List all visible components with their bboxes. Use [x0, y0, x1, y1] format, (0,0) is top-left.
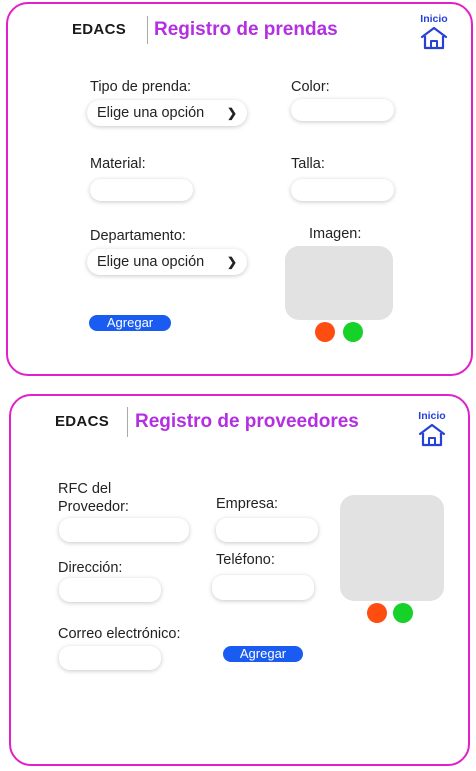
correo-field[interactable] [59, 646, 161, 670]
direccion-label: Dirección: [58, 560, 123, 576]
confirm-image-button[interactable] [343, 322, 363, 342]
telefono-label: Teléfono: [216, 552, 275, 568]
departamento-select[interactable]: Elige una opción ❯ [87, 249, 247, 275]
header-divider [147, 16, 148, 44]
tipo-prenda-selected: Elige una opción [97, 105, 205, 121]
add-garment-button[interactable]: Agregar [89, 315, 171, 331]
home-link[interactable]: Inicio [412, 410, 452, 447]
color-field[interactable] [291, 99, 394, 121]
departamento-label: Departamento: [90, 228, 186, 244]
direccion-field[interactable] [59, 578, 161, 602]
material-label: Material: [90, 156, 146, 172]
talla-label: Talla: [291, 156, 325, 172]
talla-field[interactable] [291, 179, 394, 201]
telefono-field[interactable] [212, 575, 314, 600]
brand-logo: EDACS [72, 21, 127, 38]
empresa-field[interactable] [216, 518, 318, 542]
empresa-label: Empresa: [216, 496, 279, 512]
supplier-registration-panel: EDACS Registro de proveedores Inicio RFC… [9, 394, 470, 766]
page-title: Registro de prendas [154, 19, 338, 40]
rfc-label-line1: RFC del [58, 481, 112, 497]
color-label: Color: [291, 79, 330, 95]
rfc-label-line2: Proveedor: [58, 499, 129, 515]
chevron-down-icon: ❯ [226, 255, 237, 269]
material-field[interactable] [90, 179, 193, 201]
confirm-image-button[interactable] [393, 603, 413, 623]
remove-image-button[interactable] [315, 322, 335, 342]
home-label: Inicio [420, 13, 448, 25]
remove-image-button[interactable] [367, 603, 387, 623]
image-upload-area[interactable] [285, 246, 393, 320]
home-link[interactable]: Inicio [414, 13, 454, 50]
page-title: Registro de proveedores [135, 411, 359, 432]
add-supplier-button[interactable]: Agregar [223, 646, 303, 662]
header-divider [127, 407, 128, 437]
home-icon [420, 26, 448, 50]
imagen-label: Imagen: [309, 226, 362, 242]
rfc-field[interactable] [59, 518, 189, 542]
garment-registration-panel: EDACS Registro de prendas Inicio Tipo de… [6, 2, 473, 376]
brand-logo: EDACS [55, 413, 110, 430]
chevron-down-icon: ❯ [226, 106, 237, 120]
departamento-selected: Elige una opción [97, 254, 205, 270]
home-label: Inicio [418, 410, 446, 422]
home-icon [418, 423, 446, 447]
tipo-prenda-label: Tipo de prenda: [90, 79, 192, 95]
image-upload-area[interactable] [340, 495, 444, 601]
correo-label: Correo electrónico: [58, 626, 181, 642]
tipo-prenda-select[interactable]: Elige una opción ❯ [87, 100, 247, 126]
